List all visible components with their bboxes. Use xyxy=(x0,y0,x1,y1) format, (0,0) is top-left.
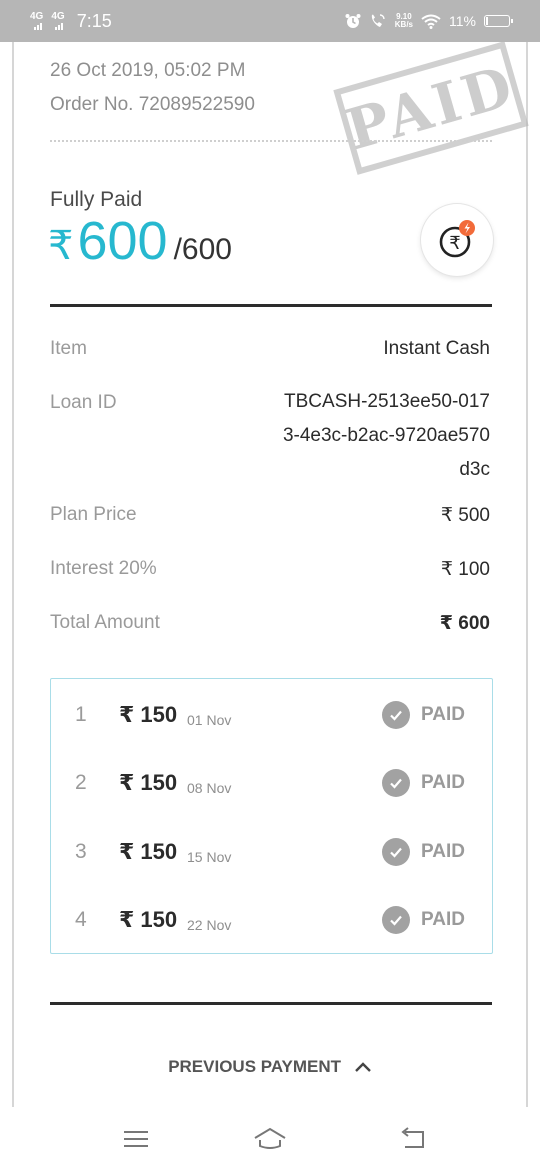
check-icon xyxy=(382,838,410,866)
total-amount: /600 xyxy=(173,233,232,266)
signal-icon-sim1: 4G xyxy=(30,12,43,30)
installment-status: PAID xyxy=(421,909,465,930)
paid-amount: 600 xyxy=(77,211,168,271)
wifi-icon xyxy=(421,14,441,29)
installment-amount: ₹ 150 xyxy=(119,907,178,932)
installment-index: 3 xyxy=(75,840,87,863)
previous-payment-toggle[interactable]: PREVIOUS PAYMENT xyxy=(14,1057,526,1078)
payment-status: Fully Paid xyxy=(50,188,143,211)
installment-status: PAID xyxy=(421,772,465,793)
order-number: Order No. 72089522590 xyxy=(50,94,255,115)
call-volte-icon xyxy=(371,14,385,27)
check-icon xyxy=(382,701,410,729)
installment-schedule: 1 ₹ 150 01 Nov PAID 2 ₹ 150 08 Nov PAID … xyxy=(50,678,493,954)
installment-date: 15 Nov xyxy=(187,849,232,865)
battery-percent: 11% xyxy=(449,13,476,29)
installment-amount: ₹ 150 xyxy=(119,702,178,727)
menu-icon[interactable] xyxy=(116,1121,156,1157)
home-icon[interactable] xyxy=(250,1121,290,1157)
installment-status: PAID xyxy=(421,704,465,725)
section-divider xyxy=(50,1002,492,1005)
network-type-sim1: 4G xyxy=(30,11,44,22)
speed-unit: KB/s xyxy=(394,20,414,29)
check-icon xyxy=(382,769,410,797)
alarm-icon xyxy=(345,14,361,28)
installment-index: 2 xyxy=(75,771,87,794)
amount-summary: ₹ 600 /600 xyxy=(48,210,232,272)
item-value: Instant Cash xyxy=(383,338,490,359)
chevron-up-icon xyxy=(354,1058,372,1078)
network-type-sim2: 4G xyxy=(51,11,65,22)
total-amount-label: Total Amount xyxy=(50,612,160,633)
item-label: Item xyxy=(50,338,87,359)
paid-stamp: PAID xyxy=(333,41,529,175)
previous-payment-label: PREVIOUS PAYMENT xyxy=(168,1057,342,1076)
loan-id-value: TBCASH-2513ee50-0173-4e3c-b2ac-9720ae570… xyxy=(282,391,490,480)
installment-status: PAID xyxy=(421,841,465,862)
loan-id-label: Loan ID xyxy=(50,392,117,413)
network-speed: 9.10 KB/s xyxy=(395,13,413,29)
interest-value: ₹ 100 xyxy=(440,559,490,580)
svg-text:₹: ₹ xyxy=(449,233,460,254)
plan-price-value: ₹ 500 xyxy=(440,505,490,526)
navigation-bar xyxy=(0,1107,540,1170)
battery-icon xyxy=(484,15,513,27)
signal-icon-sim2: 4G xyxy=(51,11,65,30)
check-icon xyxy=(382,906,410,934)
installment-row: 1 ₹ 150 01 Nov PAID xyxy=(51,681,492,749)
currency-symbol: ₹ xyxy=(48,224,74,268)
installment-date: 08 Nov xyxy=(187,780,232,796)
installment-index: 1 xyxy=(75,703,87,726)
status-bar: 4G 4G 7:15 9.10 KB/s 11% xyxy=(0,0,540,42)
interest-label: Interest 20% xyxy=(50,558,157,579)
back-icon[interactable] xyxy=(392,1121,432,1157)
dotted-divider xyxy=(50,140,492,142)
installment-row: 3 ₹ 150 15 Nov PAID xyxy=(51,818,492,886)
plan-price-label: Plan Price xyxy=(50,504,137,525)
installment-row: 4 ₹ 150 22 Nov PAID xyxy=(51,886,492,954)
installment-date: 22 Nov xyxy=(187,917,232,933)
receipt-card: 26 Oct 2019, 05:02 PM Order No. 72089522… xyxy=(12,41,529,1107)
installment-date: 01 Nov xyxy=(187,712,232,728)
installment-amount: ₹ 150 xyxy=(119,839,178,864)
installment-amount: ₹ 150 xyxy=(119,770,178,795)
installment-index: 4 xyxy=(75,908,87,931)
total-amount-value: ₹ 600 xyxy=(439,613,490,634)
installment-row: 2 ₹ 150 08 Nov PAID xyxy=(51,749,492,817)
clock: 7:15 xyxy=(76,10,112,31)
rupee-flash-icon[interactable]: ₹ xyxy=(421,204,493,276)
order-date: 26 Oct 2019, 05:02 PM xyxy=(50,60,246,81)
section-divider xyxy=(50,304,492,307)
